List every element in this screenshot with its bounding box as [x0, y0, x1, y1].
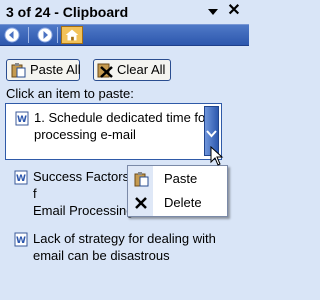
word-document-icon: W	[15, 111, 29, 126]
word-document-icon: W	[14, 170, 28, 185]
menu-item-label: Paste	[164, 171, 198, 186]
paste-icon	[11, 63, 26, 78]
clear-icon	[97, 63, 113, 78]
item-context-menu: Paste Delete	[127, 165, 228, 217]
menu-item-label: Delete	[164, 195, 202, 210]
close-icon[interactable]: ✕	[226, 3, 242, 19]
clipboard-item[interactable]: W Success Factors f Email Processing	[5, 168, 135, 218]
nav-separator	[28, 27, 29, 43]
item-line: processing e-mail	[34, 127, 136, 142]
item-line: Success Factors f	[33, 169, 130, 201]
clipboard-item[interactable]: W Lack of strategy for dealing with emai…	[5, 229, 225, 269]
clipboard-item-text: 1. Schedule dedicated time for processin…	[34, 109, 210, 143]
item-line: 1. Schedule dedicated time for	[34, 110, 210, 125]
instructions-text: Click an item to paste:	[6, 86, 134, 101]
mouse-cursor-icon	[210, 146, 224, 166]
task-pane-navigation	[0, 24, 249, 46]
item-line: Email Processing	[33, 203, 134, 218]
clipboard-item-text: Success Factors f Email Processing	[33, 168, 135, 219]
paste-all-label: Paste All	[30, 62, 81, 77]
clipboard-title-bar: 3 of 24 - Clipboard ✕	[0, 0, 249, 24]
forward-arrow-icon[interactable]	[37, 27, 53, 43]
home-icon	[65, 29, 79, 41]
chevron-down-icon	[206, 130, 217, 138]
back-arrow-icon[interactable]	[4, 27, 20, 43]
paste-all-button[interactable]: Paste All	[6, 59, 81, 81]
word-document-icon: W	[14, 232, 28, 247]
clipboard-item[interactable]: W 1. Schedule dedicated time for process…	[5, 103, 222, 160]
menu-item-paste[interactable]: Paste	[128, 167, 227, 191]
menu-item-delete[interactable]: Delete	[128, 191, 227, 215]
triangle-down-icon[interactable]	[207, 6, 219, 18]
clipboard-item-text: Lack of strategy for dealing with email …	[33, 230, 216, 264]
clear-all-button[interactable]: Clear All	[93, 59, 171, 81]
svg-text:W: W	[16, 236, 26, 246]
item-line: Lack of strategy for dealing with	[33, 231, 216, 246]
nav-separator	[57, 27, 58, 43]
svg-text:W: W	[17, 115, 27, 125]
svg-text:W: W	[16, 174, 26, 184]
clear-all-label: Clear All	[117, 62, 166, 77]
delete-icon	[135, 197, 147, 209]
home-button[interactable]	[61, 26, 83, 44]
pane-title: 3 of 24 - Clipboard	[6, 4, 129, 20]
paste-icon	[134, 172, 149, 187]
item-line: email can be disastrous	[33, 248, 170, 263]
